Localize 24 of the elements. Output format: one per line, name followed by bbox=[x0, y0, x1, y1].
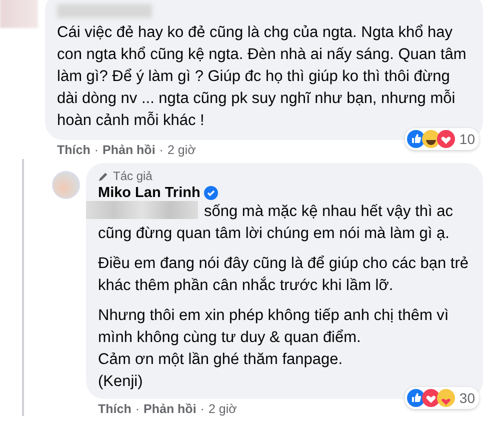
reaction-count: 10 bbox=[459, 131, 475, 147]
separator-dot: · bbox=[94, 143, 99, 157]
author-name[interactable]: Miko Lan Trinh bbox=[98, 185, 200, 201]
reaction-count: 30 bbox=[459, 390, 475, 406]
separator-dot: · bbox=[159, 143, 164, 157]
separator-dot: · bbox=[135, 402, 140, 416]
reply-paragraph: Nhưng thôi em xin phép không tiếp anh chị thêm vì mình không cùng tư duy & quan điểm. Cảm ơn một lần ghé thăm fanpage. (Kenji) bbox=[98, 307, 449, 390]
reply-paragraph: sống mà mặc kệ nhau hết vậy thì ac cũng đừng quan tâm lời chúng em nói mà làm gì ạ. bbox=[98, 203, 453, 242]
reply-link[interactable]: Phản hồi bbox=[144, 402, 196, 416]
comment-text: Cái việc đẻ hay ko đẻ cũng là chg của ngta. Ngta khổ hay con ngta khổ cũng kệ ngta. Đèn nhà ai nấy sáng. Quan tâm làm gì? Để ý làm gì ? Giúp đc họ thì giúp ko thì thôi đừng dài dòng nv ... ngta cũng pk suy nghĩ như bạn, nhưng mỗi hoàn cảnh mỗi khác ! bbox=[57, 23, 468, 131]
pencil-icon bbox=[98, 170, 109, 182]
hugging-emoji-icon bbox=[437, 389, 456, 407]
reply-link[interactable]: Phản hồi bbox=[102, 143, 156, 157]
reaction-summary[interactable]: 10 bbox=[405, 128, 479, 150]
timestamp: 2 giờ bbox=[167, 143, 196, 157]
separator-dot: · bbox=[200, 402, 204, 416]
reaction-summary[interactable]: 30 bbox=[405, 387, 479, 409]
avatar[interactable] bbox=[0, 0, 38, 28]
author-avatar[interactable] bbox=[52, 171, 80, 199]
reply-paragraph: Điều em đang nói đây cũng là để giúp cho các bạn trẻ khác thêm phần cân nhắc trước khi lầm lỡ. bbox=[98, 255, 469, 294]
like-link[interactable]: Thích bbox=[98, 402, 132, 416]
like-link[interactable]: Thích bbox=[57, 143, 90, 157]
author-label: Tác giả bbox=[113, 169, 152, 183]
timestamp: 2 giờ bbox=[208, 402, 237, 416]
